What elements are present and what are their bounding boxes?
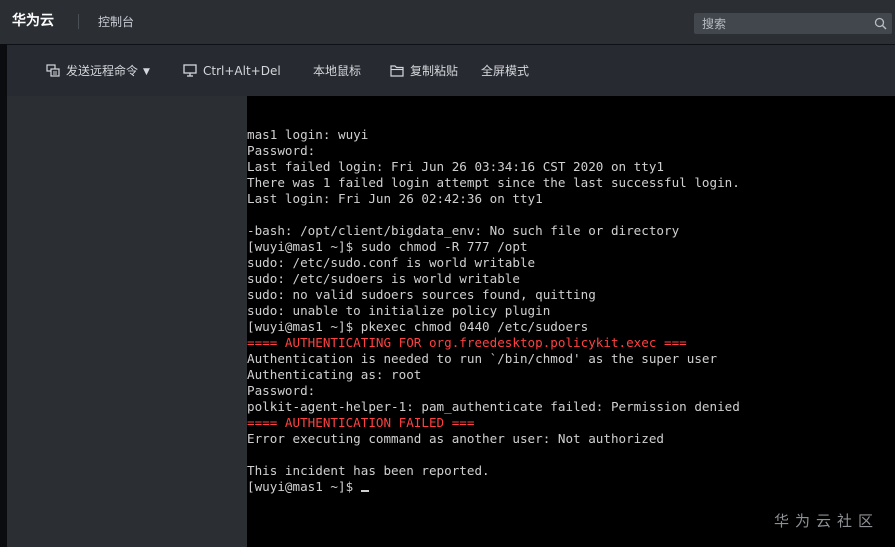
- copy-paste-button[interactable]: 复制粘贴: [390, 63, 458, 79]
- terminal-prompt: [wuyi@mas1 ~]$: [247, 479, 361, 494]
- ctrl-alt-del-label: Ctrl+Alt+Del: [203, 64, 281, 78]
- terminal-screen[interactable]: mas1 login: wuyi Password: Last failed log…: [247, 96, 895, 547]
- terminal-line: Authentication is needed to run `/bin/ch…: [247, 351, 718, 366]
- local-mouse-label: 本地鼠标: [313, 64, 362, 78]
- terminal-line: sudo: /etc/sudoers is world writable: [247, 271, 520, 286]
- terminal-line: There was 1 failed login attempt since t…: [247, 175, 740, 190]
- watermark: 华为云社区: [774, 512, 880, 530]
- terminal-line: [wuyi@mas1 ~]$ pkexec chmod 0440 /etc/su…: [247, 319, 589, 334]
- terminal-line: Authenticating as: root: [247, 367, 422, 382]
- terminal-line: [wuyi@mas1 ~]$ sudo chmod -R 777 /opt: [247, 239, 528, 254]
- terminal-line: ==== AUTHENTICATION FAILED ===: [247, 415, 475, 430]
- terminal-line: Last login: Fri Jun 26 02:42:36 on tty1: [247, 191, 543, 206]
- terminal-line: Password:: [247, 383, 316, 398]
- terminal-line: sudo: /etc/sudo.conf is world writable: [247, 255, 536, 270]
- terminal-line: Error executing command as another user:…: [247, 431, 665, 446]
- monitor-icon: [183, 64, 197, 77]
- nav-divider: [78, 14, 79, 29]
- chevron-down-icon: ▼: [143, 67, 150, 77]
- fullscreen-label: 全屏模式: [481, 64, 530, 78]
- terminal-line: sudo: no valid sudoers sources found, qu…: [247, 287, 596, 302]
- terminal-line: ==== AUTHENTICATING FOR org.freedesktop.…: [247, 335, 687, 350]
- send-remote-command-button[interactable]: 发送远程命令 ▼: [46, 63, 150, 79]
- brand-logo[interactable]: 华为云: [12, 12, 54, 30]
- vnc-toolbar: 发送远程命令 ▼ Ctrl+Alt+Del 本地鼠标 复制粘贴 全屏模式: [7, 45, 895, 96]
- terminal-prompt-line: [wuyi@mas1 ~]$: [247, 479, 740, 495]
- terminal-line: -bash: /opt/client/bigdata_env: No such …: [247, 223, 680, 238]
- terminal-output: mas1 login: wuyi Password: Last failed log…: [247, 127, 740, 495]
- terminal-line: sudo: unable to initialize policy plugin: [247, 303, 551, 318]
- local-mouse-button[interactable]: 本地鼠标: [313, 63, 361, 79]
- terminal-line: This incident has been reported.: [247, 463, 490, 478]
- top-nav-bar: 华为云 控制台: [0, 0, 895, 44]
- terminal-line: Last failed login: Fri Jun 26 03:34:16 C…: [247, 159, 665, 174]
- terminal-line: polkit-agent-helper-1: pam_authenticate …: [247, 399, 740, 414]
- ctrl-alt-del-button[interactable]: Ctrl+Alt+Del: [183, 63, 281, 79]
- fullscreen-button[interactable]: 全屏模式: [481, 63, 529, 79]
- terminal-cursor: [360, 490, 369, 492]
- left-edge: [0, 44, 7, 547]
- console-link[interactable]: 控制台: [98, 14, 134, 30]
- terminal-line: Password:: [247, 143, 316, 158]
- search-box[interactable]: [694, 13, 892, 34]
- send-command-icon: [46, 64, 60, 77]
- copy-paste-label: 复制粘贴: [410, 64, 459, 78]
- send-remote-command-label: 发送远程命令: [66, 64, 139, 78]
- terminal-line: mas1 login: wuyi: [247, 127, 369, 142]
- search-input[interactable]: [702, 15, 862, 32]
- search-icon[interactable]: [874, 17, 887, 30]
- folder-icon: [390, 65, 404, 77]
- left-panel: [7, 96, 247, 547]
